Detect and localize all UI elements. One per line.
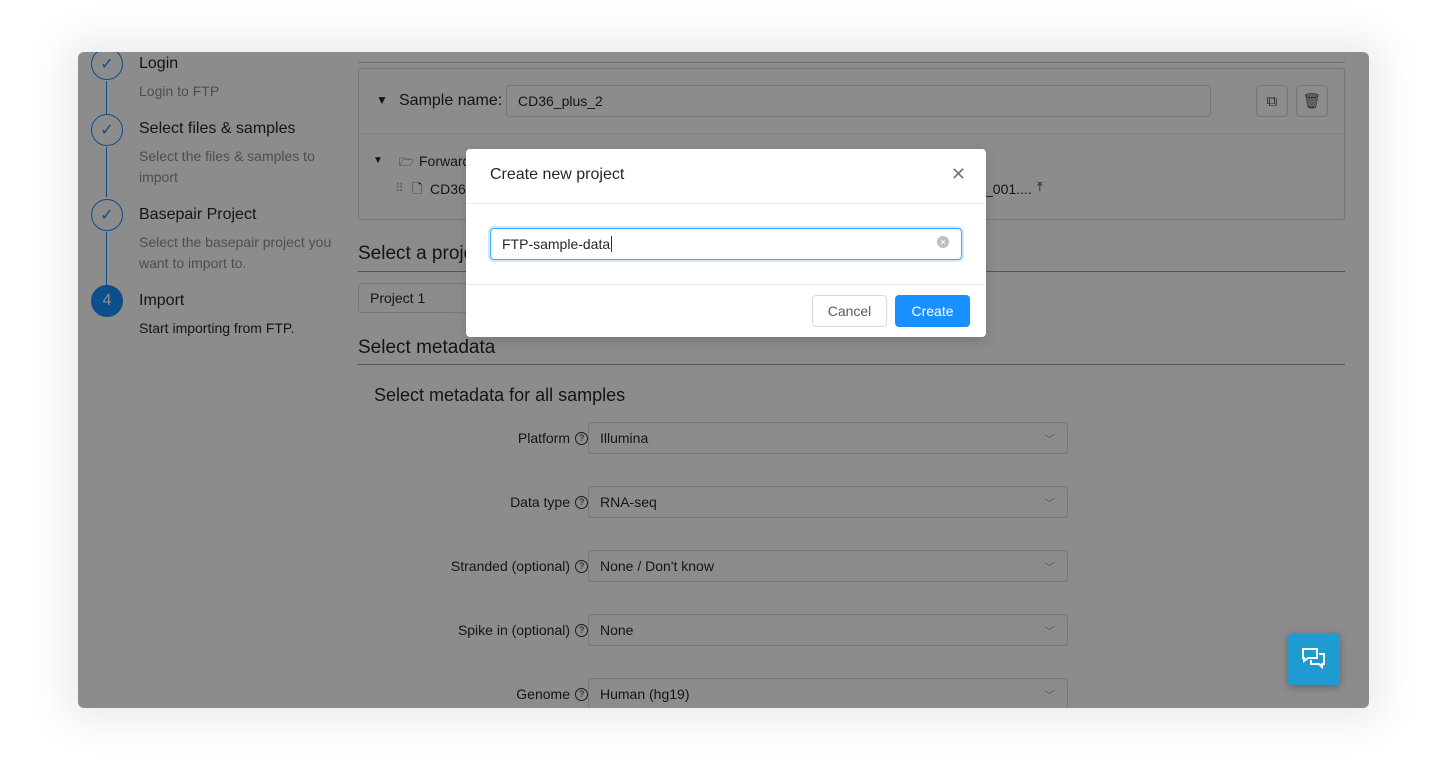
divider xyxy=(466,203,986,204)
chat-icon xyxy=(1302,648,1325,670)
create-project-modal: Create new project ✕ FTP-sample-data ✕ C… xyxy=(466,149,986,337)
close-icon[interactable]: ✕ xyxy=(951,164,966,185)
clear-icon[interactable]: ✕ xyxy=(937,236,949,248)
input-value: FTP-sample-data xyxy=(502,236,611,252)
project-name-input[interactable]: FTP-sample-data xyxy=(490,228,962,260)
divider xyxy=(466,284,986,285)
modal-title: Create new project xyxy=(490,166,625,183)
chat-button[interactable] xyxy=(1288,633,1340,685)
text-cursor xyxy=(611,236,613,252)
cancel-button[interactable]: Cancel xyxy=(812,295,887,327)
create-button[interactable]: Create xyxy=(895,295,970,327)
